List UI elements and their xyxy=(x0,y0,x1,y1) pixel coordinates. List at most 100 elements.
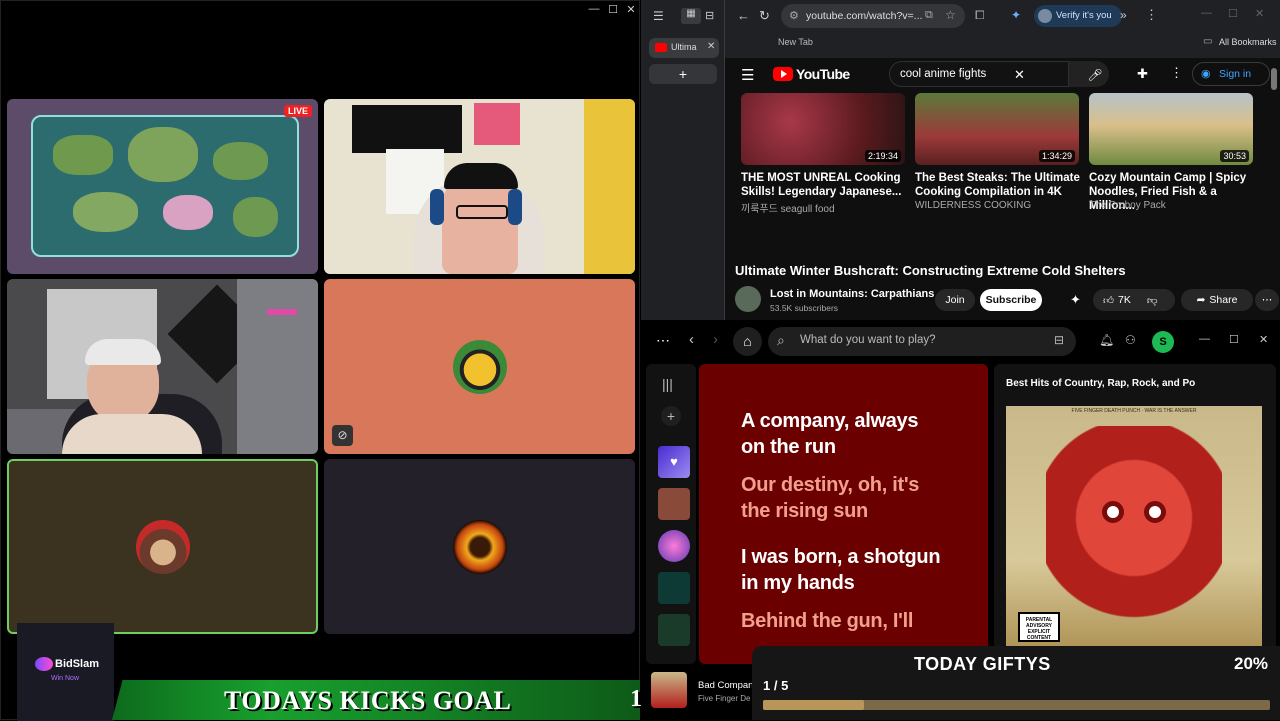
create-playlist-icon[interactable]: + xyxy=(661,406,681,426)
like-button[interactable]: 👍︎ 7K 👎︎ xyxy=(1093,289,1175,311)
participant-tile-webcam-2[interactable] xyxy=(7,279,318,454)
album-cover[interactable]: FIVE FINGER DEATH PUNCH · WAR IS THE ANS… xyxy=(1006,406,1262,664)
all-bookmarks[interactable]: All Bookmarks xyxy=(1219,37,1277,47)
tab-close-icon[interactable]: ✕ xyxy=(707,41,715,52)
watch-video-title: Ultimate Winter Bushcraft: Constructing … xyxy=(735,263,1126,278)
lyric-line-1[interactable]: A company, always on the run xyxy=(741,408,941,460)
address-bar[interactable]: ⚙ youtube.com/watch?v=... ⧉ ☆ xyxy=(781,4,965,28)
yellow-curtain xyxy=(584,99,635,274)
participant-tile-avatar-flame[interactable] xyxy=(324,459,635,634)
url-text[interactable]: youtube.com/watch?v=... xyxy=(806,10,922,22)
extensions-icon[interactable]: ⧠ xyxy=(975,8,985,23)
participant-tile-avatar-santa[interactable] xyxy=(7,459,318,634)
video-thumbnail-1[interactable]: 2:19:34 xyxy=(741,93,905,165)
camera-off-icon: ⊘ xyxy=(332,425,353,446)
minimize-button[interactable]: — xyxy=(585,3,603,15)
channel-name[interactable]: Lost in Mountains: Carpathians xyxy=(770,288,934,300)
video-channel-3[interactable]: The Proboy Pack xyxy=(1089,200,1166,211)
lyric-line-3[interactable]: I was born, a shotgun in my hands xyxy=(741,544,941,596)
maximize-button[interactable]: ☐ xyxy=(604,3,622,16)
video-thumbnail-3[interactable]: 30:53 xyxy=(1089,93,1253,165)
video-channel-2[interactable]: WILDERNESS COOKING xyxy=(915,200,1031,211)
now-playing-title[interactable]: Bad Compan xyxy=(698,680,753,691)
spotify-minimize-button[interactable]: — xyxy=(1199,333,1210,345)
more-tabs-icon[interactable]: » xyxy=(1120,8,1127,22)
poster xyxy=(474,103,520,145)
menu-kebab-icon[interactable]: ⋮ xyxy=(1145,7,1158,23)
participant-tile-game-stream[interactable]: LIVE xyxy=(7,99,318,274)
youtube-search-input[interactable]: cool anime fights ✕ xyxy=(889,61,1069,87)
join-button[interactable]: Join xyxy=(935,289,975,311)
lyric-line-4[interactable]: Behind the gun, I'll xyxy=(741,608,941,634)
chrome-close-button[interactable]: ✕ xyxy=(1255,7,1264,20)
spotify-back-icon[interactable]: ‹ xyxy=(689,331,694,348)
spotify-menu-icon[interactable]: ⋯ xyxy=(656,332,670,349)
home-icon[interactable]: ⌂ xyxy=(733,327,762,356)
clear-search-icon[interactable]: ✕ xyxy=(1014,67,1025,83)
channel-avatar[interactable] xyxy=(735,286,761,312)
glasses xyxy=(456,205,508,219)
spotify-forward-icon[interactable]: › xyxy=(713,331,718,348)
now-playing-thumbnail[interactable] xyxy=(651,672,687,708)
tab-groups-icon[interactable]: ▦ xyxy=(681,8,701,24)
participant-tile-avatar-bee[interactable]: ⊘ xyxy=(324,279,635,454)
user-avatar[interactable]: S xyxy=(1152,331,1174,353)
spotify-maximize-button[interactable]: ☐ xyxy=(1229,333,1239,346)
library-artist-1[interactable] xyxy=(658,530,690,562)
account-icon: ◉ xyxy=(1201,68,1211,80)
tab-search-icon[interactable]: ⊟ xyxy=(705,9,714,22)
yt-kebab-icon[interactable]: ⋮ xyxy=(1170,65,1183,81)
youtube-logo-icon[interactable] xyxy=(773,67,793,81)
library-playlist-3[interactable] xyxy=(658,614,690,646)
notifications-icon[interactable]: 🔔︎ xyxy=(1099,333,1114,347)
video-title-2[interactable]: The Best Steaks: The Ultimate Cooking Co… xyxy=(915,171,1085,199)
hype-icon[interactable]: ✦ xyxy=(1070,292,1081,308)
browse-icon[interactable]: ⊟ xyxy=(1054,333,1064,347)
bookmark-star-icon[interactable]: ☆ xyxy=(945,8,956,22)
now-playing-artist[interactable]: Five Finger De xyxy=(698,694,750,703)
more-actions-button[interactable]: ⋯ xyxy=(1255,289,1279,311)
tab-actions-icon[interactable]: ☰ xyxy=(653,9,664,23)
liked-songs-icon[interactable]: ♥ xyxy=(658,446,690,478)
back-icon[interactable]: ← xyxy=(737,8,750,23)
playlist-title[interactable]: Best Hits of Country, Rap, Rock, and Po xyxy=(1006,378,1196,389)
scrollbar[interactable] xyxy=(1271,68,1277,90)
library-icon[interactable]: ||| xyxy=(662,376,673,392)
new-tab-button[interactable]: + xyxy=(649,64,717,84)
chrome-minimize-button[interactable]: — xyxy=(1201,7,1212,19)
chrome-window: ☰ ▦ ⊟ ▦ Ultima ✕ + ← ↻ ⚙ youtube.com/wat… xyxy=(641,0,1280,320)
subscribe-button[interactable]: Subscribe xyxy=(980,289,1042,311)
search-value: cool anime fights xyxy=(900,68,987,80)
gemini-icon[interactable]: ✦ xyxy=(1011,8,1021,22)
reload-icon[interactable]: ↻ xyxy=(759,8,770,24)
create-icon[interactable]: ✚ xyxy=(1137,66,1148,82)
voice-search-icon[interactable]: 🎤︎ xyxy=(1083,63,1107,87)
bidslam-icon xyxy=(35,657,53,671)
library-playlist-2[interactable] xyxy=(658,572,690,604)
tab-youtube[interactable]: Ultima ✕ xyxy=(649,38,719,58)
spotify-close-button[interactable]: ✕ xyxy=(1259,333,1268,346)
profile-avatar xyxy=(1038,9,1052,23)
chrome-maximize-button[interactable]: ☐ xyxy=(1228,7,1238,20)
participant-tile-webcam-1[interactable] xyxy=(324,99,635,274)
share-button[interactable]: ➦ Share xyxy=(1181,289,1253,311)
youtube-logo-text[interactable]: YouTube xyxy=(796,66,850,82)
hamburger-menu-icon[interactable]: ☰ xyxy=(741,66,754,84)
video-thumbnail-2[interactable]: 1:34:29 xyxy=(915,93,1079,165)
spotify-search-icon: ⌕ xyxy=(777,332,785,348)
library-playlist-1[interactable] xyxy=(658,488,690,520)
close-window-button[interactable]: ✕ xyxy=(622,3,640,16)
video-channel-1[interactable]: 끼룩푸드 seagull food xyxy=(741,200,835,215)
bookmark-new-tab[interactable]: New Tab xyxy=(778,37,813,47)
video-title-1[interactable]: THE MOST UNREAL Cooking Skills! Legendar… xyxy=(741,171,911,199)
friend-activity-icon[interactable]: ⚇ xyxy=(1125,333,1136,347)
sign-in-button[interactable]: ◉ Sign in xyxy=(1192,62,1270,86)
devil-eye-left xyxy=(1102,501,1124,523)
spotify-search-input[interactable]: ⌕ What do you want to play? ⊟ xyxy=(768,327,1076,356)
lyric-line-2[interactable]: Our destiny, oh, it's the rising sun xyxy=(741,472,941,524)
verify-profile-chip[interactable]: Verify it's you xyxy=(1034,5,1122,27)
thumbs-down-icon[interactable]: 👎︎ xyxy=(1147,294,1158,307)
cast-icon[interactable]: ⧉ xyxy=(925,9,933,22)
site-info-icon[interactable]: ⚙ xyxy=(789,9,799,22)
vertical-tab-strip: ☰ ▦ ⊟ ▦ Ultima ✕ + xyxy=(641,0,725,320)
